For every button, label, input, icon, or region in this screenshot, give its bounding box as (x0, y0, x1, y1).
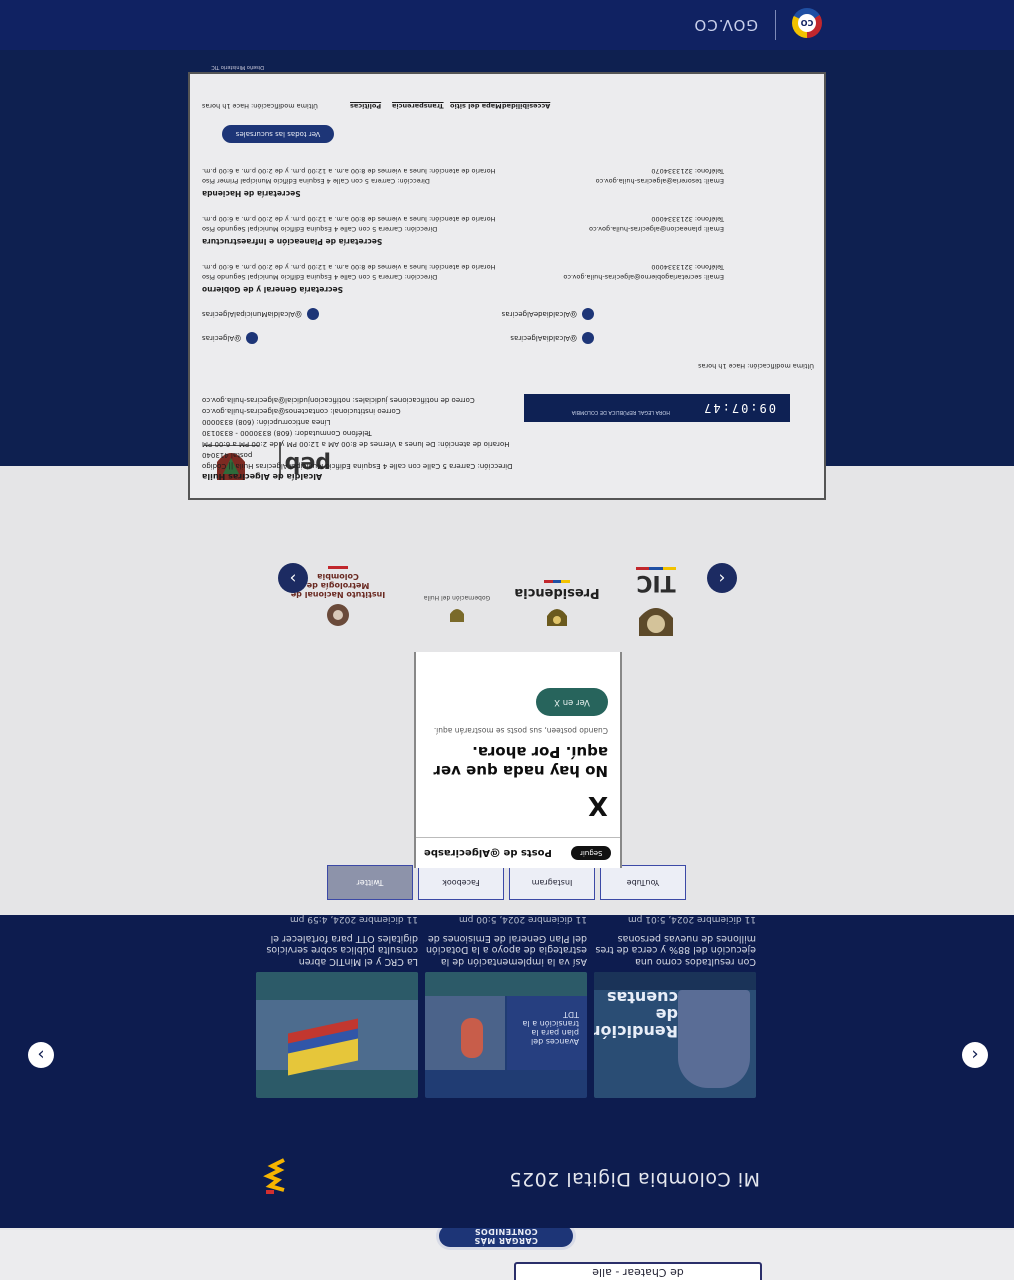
institutional-email[interactable]: Correo institucional: contactenos@algeci… (202, 405, 522, 416)
youtube-icon (306, 308, 319, 320)
news-image-caption: Rendición de cuentas (594, 988, 678, 1041)
secretariat: Secretaría de Hacienda Dirección: Carrer… (202, 167, 724, 198)
secretariats: Secretaría General y de Gobierno Direcci… (202, 154, 724, 294)
social-handle[interactable]: @AlcaldiadeAlgeciras (502, 308, 594, 320)
news-image (256, 972, 418, 1098)
chevron-right-icon[interactable]: › (278, 563, 308, 593)
news-image: Rendición de cuentas (594, 972, 756, 1098)
office-hours: Horario de atención: De lunes a Viernes … (202, 440, 510, 448)
news-card[interactable]: Avances del plan para la transición a la… (425, 913, 587, 1098)
address: Dirección: Carrera 5 Calle con calle 4 E… (202, 451, 513, 470)
partner-logo-mintic[interactable]: TIC (628, 567, 684, 642)
credit: Diseño Ministerio TIC (211, 64, 264, 70)
contact-block: Alcaldía de Algeciras Huila Dirección: C… (202, 394, 522, 482)
news-image: Avances del plan para la transición a la… (425, 972, 587, 1098)
mi-colombia-digital-logo (263, 1158, 285, 1194)
last-modified: Última modificación: Hace 1h horas (202, 102, 318, 110)
divider (775, 10, 776, 40)
anticorruption-line: Línea anticorrupción: (608) 8330000 (202, 418, 331, 426)
last-updated: Última modificación: Hace 1h horas (698, 362, 814, 370)
presidencia-emblem-icon (547, 609, 567, 626)
partner-logo-gobernacion[interactable]: Gobernación del Huila (422, 594, 492, 624)
partner-label: Gobernación del Huila (423, 594, 491, 601)
instagram-icon (582, 332, 594, 344)
tab-facebook[interactable]: Facebook (418, 865, 504, 900)
load-more-button[interactable]: CARGAR MÁS CONTENIDOS (439, 1225, 573, 1247)
institutional-footer: peb 09:07:47 HORA LEGAL REPÚBLICA DE COL… (188, 64, 826, 500)
facebook-icon (582, 308, 594, 320)
legal-clock: 09:07:47 HORA LEGAL REPÚBLICA DE COLOMBI… (524, 394, 790, 422)
partner-logo-inm[interactable]: Instituto Nacional de Metrología de Colo… (291, 566, 385, 628)
chevron-left-icon[interactable]: ‹ (707, 563, 737, 593)
social-tabs: YouTube Instagram Facebook Twitter (327, 865, 686, 900)
x-logo-icon: X (587, 790, 608, 820)
govco-bar: CO GOV.CO (0, 0, 1014, 50)
entity-name: Alcaldía de Algeciras Huila (202, 472, 323, 481)
tab-youtube[interactable]: YouTube (600, 865, 686, 900)
partner-label: TIC (636, 570, 676, 595)
link-politicas[interactable]: Políticas (350, 102, 381, 110)
link-accesibilidad[interactable]: Accesibilidad (502, 102, 550, 110)
news-card[interactable]: Rendición de cuentas Con resultados como… (594, 913, 756, 1098)
mi-colombia-digital-section: Mi Colombia Digital 2025 ‹ Rendición de … (0, 913, 1014, 1228)
view-branches-button[interactable]: Ver todas las sucursales (222, 125, 334, 143)
news-title[interactable]: Con resultados como una ejecución del 88… (594, 933, 756, 967)
social-handles: @AlcaldiaAlgeciras @AlcaldiadeAlgeciras … (202, 296, 594, 344)
partner-logo-presidencia[interactable]: Presidencia (512, 580, 602, 630)
divider (416, 837, 620, 838)
widget-title: Posts de @Algecirasbe (424, 847, 552, 858)
link-transparencia[interactable]: Transparencia (392, 102, 444, 110)
co-badge[interactable]: CO (792, 8, 822, 38)
chevron-left-icon[interactable]: ‹ (962, 1042, 988, 1068)
empty-state-subtitle: Cuando posteen, sus posts se mostrarán a… (433, 726, 608, 735)
news-card[interactable]: La CRC y el MinTIC abren consulta públic… (256, 913, 418, 1098)
empty-state-title: No hay nada que ver aquí. Por ahora. (433, 743, 608, 780)
switchboard: Teléfono Conmutador: (608) 8330000 - 833… (202, 429, 372, 437)
follow-button[interactable]: Seguir (571, 846, 612, 860)
partner-label: Presidencia (514, 585, 600, 600)
view-on-x-button[interactable]: Ver en X (536, 688, 608, 716)
partial-card: de Chatear - alle (514, 1262, 762, 1280)
secretariat: Secretaría de Planeación e Infraestructu… (202, 215, 724, 246)
mintic-shield-icon (639, 608, 673, 636)
tab-instagram[interactable]: Instagram (509, 865, 595, 900)
coat-of-arms-icon (450, 609, 464, 622)
x-icon (246, 332, 259, 344)
judicial-email[interactable]: Correo de notificaciones judiciales: not… (202, 394, 522, 405)
clock-time: 09:07:47 (702, 401, 776, 415)
secretariat: Secretaría General y de Gobierno Direcci… (202, 263, 724, 294)
news-title[interactable]: La CRC y el MinTIC abren consulta públic… (256, 933, 418, 967)
inm-emblem-icon (327, 604, 349, 626)
social-handle[interactable]: @AlcaldiaMunicipalAlgeciras (202, 308, 319, 320)
tab-twitter[interactable]: Twitter (327, 865, 413, 900)
govco-logo[interactable]: GOV.CO (693, 16, 758, 34)
clock-caption: HORA LEGAL REPÚBLICA DE COLOMBIA (571, 409, 670, 415)
news-title[interactable]: Así va la implementación de la estrategi… (425, 933, 587, 967)
social-handle[interactable]: @Algeciras (202, 332, 259, 344)
top-strip: de Chatear - alle CARGAR MÁS CONTENIDOS (0, 1225, 1014, 1280)
link-mapa-sitio[interactable]: Mapa del sitio (450, 102, 502, 110)
social-handle[interactable]: @AlcaldiaAlgeciras (510, 332, 594, 344)
footer-links-row: Última modificación: Hace 1h horas Polít… (202, 96, 814, 110)
section-title: Mi Colombia Digital 2025 (508, 1168, 760, 1190)
chevron-right-icon[interactable]: › (28, 1042, 54, 1068)
news-image-caption: Avances del plan para la transición a la… (522, 1010, 580, 1046)
